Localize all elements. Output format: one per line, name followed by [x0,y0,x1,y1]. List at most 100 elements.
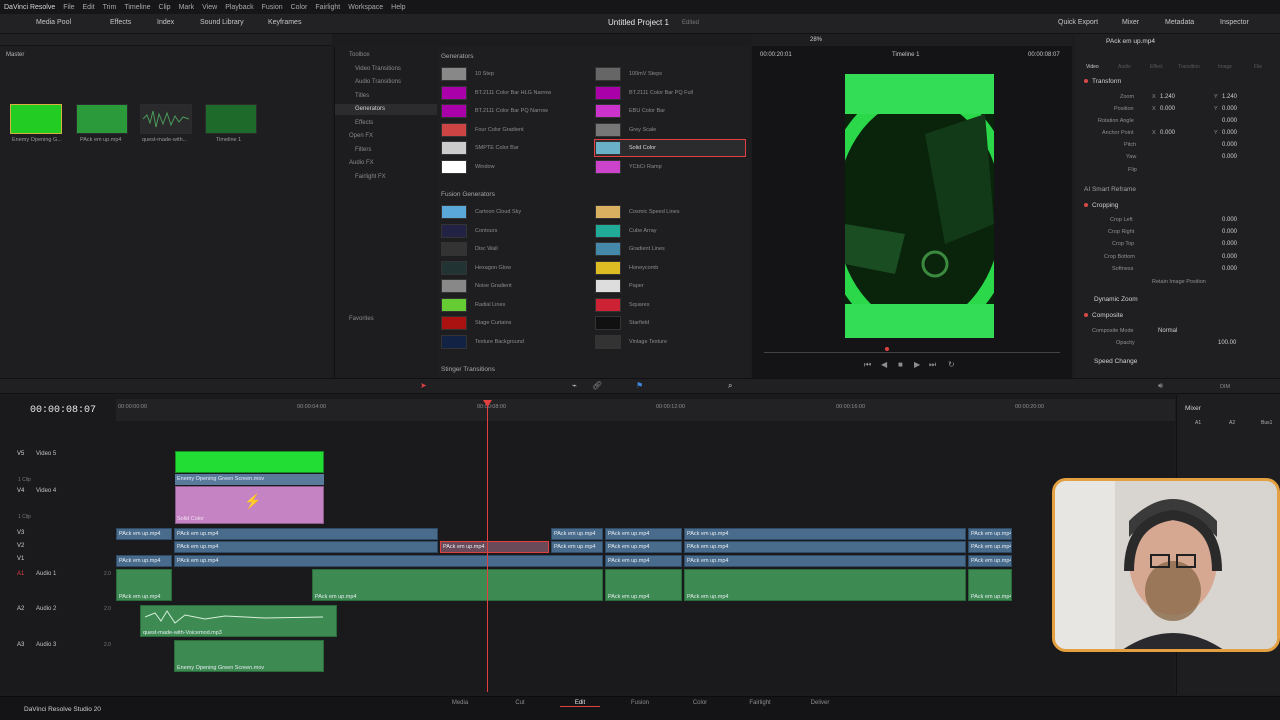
opacity-value[interactable]: 100.00 [1218,340,1236,346]
rotation-value[interactable]: 0.000 [1222,118,1237,124]
tree-audio-transitions[interactable]: Audio Transitions [355,79,401,85]
pitch-value[interactable]: 0.000 [1222,142,1237,148]
app-menu[interactable]: DaVinci Resolve [0,4,59,11]
fusion-generator-item[interactable]: Stage Curtains [441,315,591,331]
media-pool-tab[interactable]: Media Pool [36,19,71,26]
go-to-end-icon[interactable]: ⏭ [929,360,936,370]
viewer-timeline-name[interactable]: Timeline 1 [892,52,919,58]
tree-generators[interactable]: Generators [355,106,385,112]
generator-item[interactable]: Grey Scale [595,122,745,138]
softness-value[interactable]: 0.000 [1222,266,1237,272]
fusion-generator-item[interactable]: Hexagon Glow [441,260,591,276]
timeline-clip-v2-selected[interactable]: PAck em up.mp4 [440,541,549,553]
timeline-clip-v1[interactable]: PAck em up.mp4 [605,555,682,567]
page-cut-button[interactable]: Cut [500,700,540,706]
inspector-tab-image[interactable]: Image [1218,64,1232,70]
inspector-tab-video[interactable]: Video [1086,64,1099,70]
menu-mark[interactable]: Mark [175,4,199,11]
flag-icon[interactable]: ⚑ [636,381,643,390]
viewer-scrubber[interactable] [764,352,1060,353]
inspector-tab-audio[interactable]: Audio [1118,64,1131,70]
zoom-icon[interactable]: ⌕ [728,381,732,391]
tree-open-fx[interactable]: Open FX [349,133,373,139]
media-clip-enemy-green[interactable] [10,104,62,134]
cropping-section[interactable]: Cropping [1084,202,1118,209]
tree-effects[interactable]: Effects [355,120,373,126]
anchor-y-value[interactable]: 0.000 [1222,130,1237,136]
quick-export-button[interactable]: Quick Export [1058,19,1098,26]
transform-section[interactable]: Transform [1084,78,1121,85]
inspector-tab-transition[interactable]: Transition [1178,64,1200,70]
timeline-clip-v2[interactable]: PAck em up.mp4 [684,541,966,553]
media-timeline-1[interactable] [205,104,257,134]
timeline-ruler[interactable] [116,399,1175,421]
fusion-generator-item[interactable]: Squares [595,297,745,313]
timeline-clip-v1[interactable]: PAck em up.mp4 [684,555,966,567]
zoom-y-value[interactable]: 1.240 [1222,94,1237,100]
tree-filters[interactable]: Filters [355,147,371,153]
generator-item[interactable]: Window [441,159,591,175]
generator-item[interactable]: BT.2111 Color Bar HLG Narrow [441,85,591,101]
track-name-a3[interactable]: Audio 3 [36,642,56,648]
fusion-generator-item[interactable]: Gradient Lines [595,241,745,257]
fusion-generator-item[interactable]: Paper [595,278,745,294]
dynamic-zoom-section[interactable]: Dynamic Zoom [1094,296,1138,303]
generator-item[interactable]: 10 Step [441,66,591,82]
fusion-generator-item[interactable]: Honeycomb [595,260,745,276]
composite-mode-select[interactable]: Normal [1158,328,1177,334]
page-edit-button[interactable]: Edit [560,700,600,707]
tree-titles[interactable]: Titles [355,93,369,99]
timeline-clip-v1[interactable]: PAck em up.mp4 [968,555,1012,567]
menu-clip[interactable]: Clip [155,4,175,11]
generator-item[interactable]: Solid Color [594,139,746,157]
selection-tool-icon[interactable]: ➤ [420,381,427,390]
timeline-clip-v3[interactable]: PAck em up.mp4 [605,528,682,540]
track-name-a1[interactable]: Audio 1 [36,571,56,577]
page-fusion-button[interactable]: Fusion [620,700,660,706]
media-clip-pack-em-up[interactable] [76,104,128,134]
timeline-clip-v3[interactable]: PAck em up.mp4 [684,528,966,540]
tree-audio-fx[interactable]: Audio FX [349,160,374,166]
go-to-start-icon[interactable]: ⏮ [864,360,871,370]
reverse-play-icon[interactable]: ◀ [881,360,887,369]
dim-button[interactable]: DIM [1220,384,1230,390]
tree-video-transitions[interactable]: Video Transitions [355,66,401,72]
tree-toolbox[interactable]: Toolbox [349,52,370,58]
menu-view[interactable]: View [198,4,221,11]
generator-item[interactable]: EBU Color Bar [595,103,745,119]
timeline-clip-v2[interactable]: PAck em up.mp4 [968,541,1012,553]
viewer-playhead[interactable] [885,347,889,351]
timeline-playhead[interactable] [487,402,488,692]
generator-item[interactable]: Four Color Gradient [441,122,591,138]
smart-reframe-section[interactable]: AI Smart Reframe [1084,186,1136,193]
generator-item[interactable]: YCbCr Ramp [595,159,745,175]
play-icon[interactable]: ▶ [914,360,920,369]
position-x-value[interactable]: 0.000 [1160,106,1175,112]
fusion-generator-item[interactable]: Texture Background [441,334,591,350]
fusion-generator-item[interactable]: Cosmic Speed Lines [595,204,745,220]
generator-item[interactable]: SMPTE Color Bar [441,140,591,156]
menu-trim[interactable]: Trim [99,4,121,11]
timeline-audio-clip-a1[interactable]: PAck em up.mp4 [116,569,172,601]
crop-left-value[interactable]: 0.000 [1222,217,1237,223]
fusion-generator-item[interactable]: Radial Lines [441,297,591,313]
track-name-v4[interactable]: Video 4 [36,488,56,494]
timeline-clip-v3[interactable]: PAck em up.mp4 [968,528,1012,540]
inspector-tab-effect[interactable]: Effect [1150,64,1163,70]
keyframes-tab[interactable]: Keyframes [268,19,301,26]
tree-favorites[interactable]: Favorites [349,316,374,322]
stop-icon[interactable]: ■ [898,360,903,369]
loop-icon[interactable]: ↻ [948,360,955,369]
generator-item[interactable]: BT.2111 Color Bar PQ Full [595,85,745,101]
crop-bottom-value[interactable]: 0.000 [1222,254,1237,260]
composite-section[interactable]: Composite [1084,312,1123,319]
menu-edit[interactable]: Edit [79,4,99,11]
page-fairlight-button[interactable]: Fairlight [740,700,780,706]
timeline-clip-v2[interactable]: PAck em up.mp4 [174,541,438,553]
position-y-value[interactable]: 0.000 [1222,106,1237,112]
metadata-tab[interactable]: Metadata [1165,19,1194,26]
track-name-v5[interactable]: Video 5 [36,451,56,457]
fusion-generator-item[interactable]: Noise Gradient [441,278,591,294]
crop-right-value[interactable]: 0.000 [1222,229,1237,235]
bin-master[interactable]: Master [6,52,24,58]
